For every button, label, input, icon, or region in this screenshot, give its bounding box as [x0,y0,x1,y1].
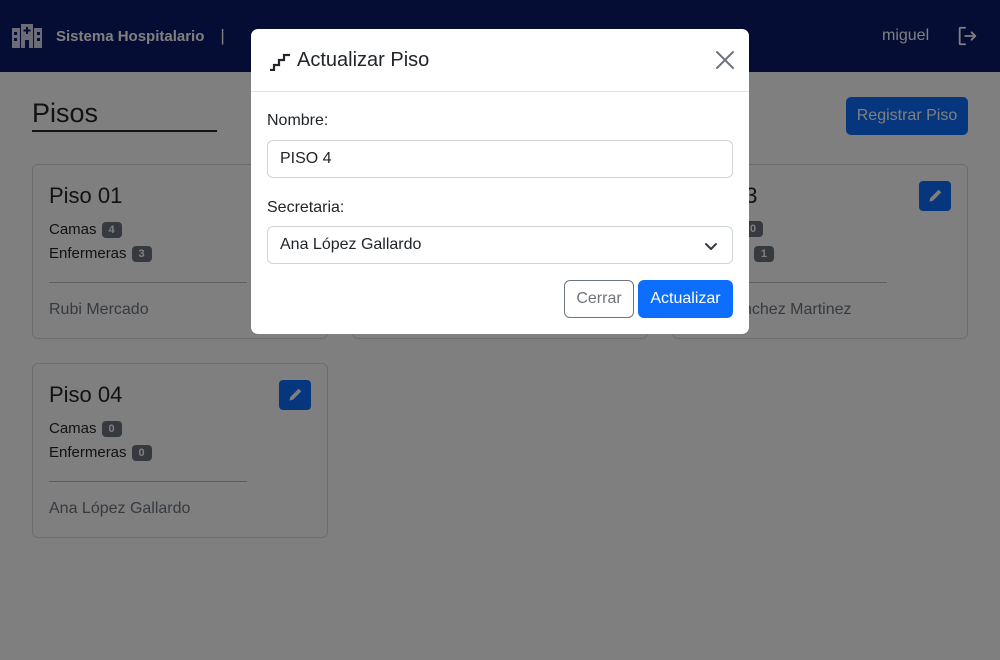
secretaria-select[interactable]: Ana López Gallardo [267,226,733,264]
cancel-button[interactable]: Cerrar [564,280,634,318]
modal-title-text: Actualizar Piso [297,49,430,71]
nombre-input[interactable]: PISO 4 [267,140,733,178]
stairs-icon [270,53,290,71]
modal-title: Actualizar Piso [269,49,429,72]
close-icon[interactable] [714,49,736,71]
nombre-value: PISO 4 [280,150,332,167]
update-floor-modal: Actualizar Piso Nombre: PISO 4 Secretari… [251,29,749,334]
chevron-down-icon [705,243,717,250]
update-button[interactable]: Actualizar [638,280,733,318]
modal-header: Actualizar Piso [251,29,749,92]
secretaria-label: Secretaria: [267,199,345,216]
secretaria-selected-value: Ana López Gallardo [280,236,422,253]
nombre-label: Nombre: [267,112,329,129]
